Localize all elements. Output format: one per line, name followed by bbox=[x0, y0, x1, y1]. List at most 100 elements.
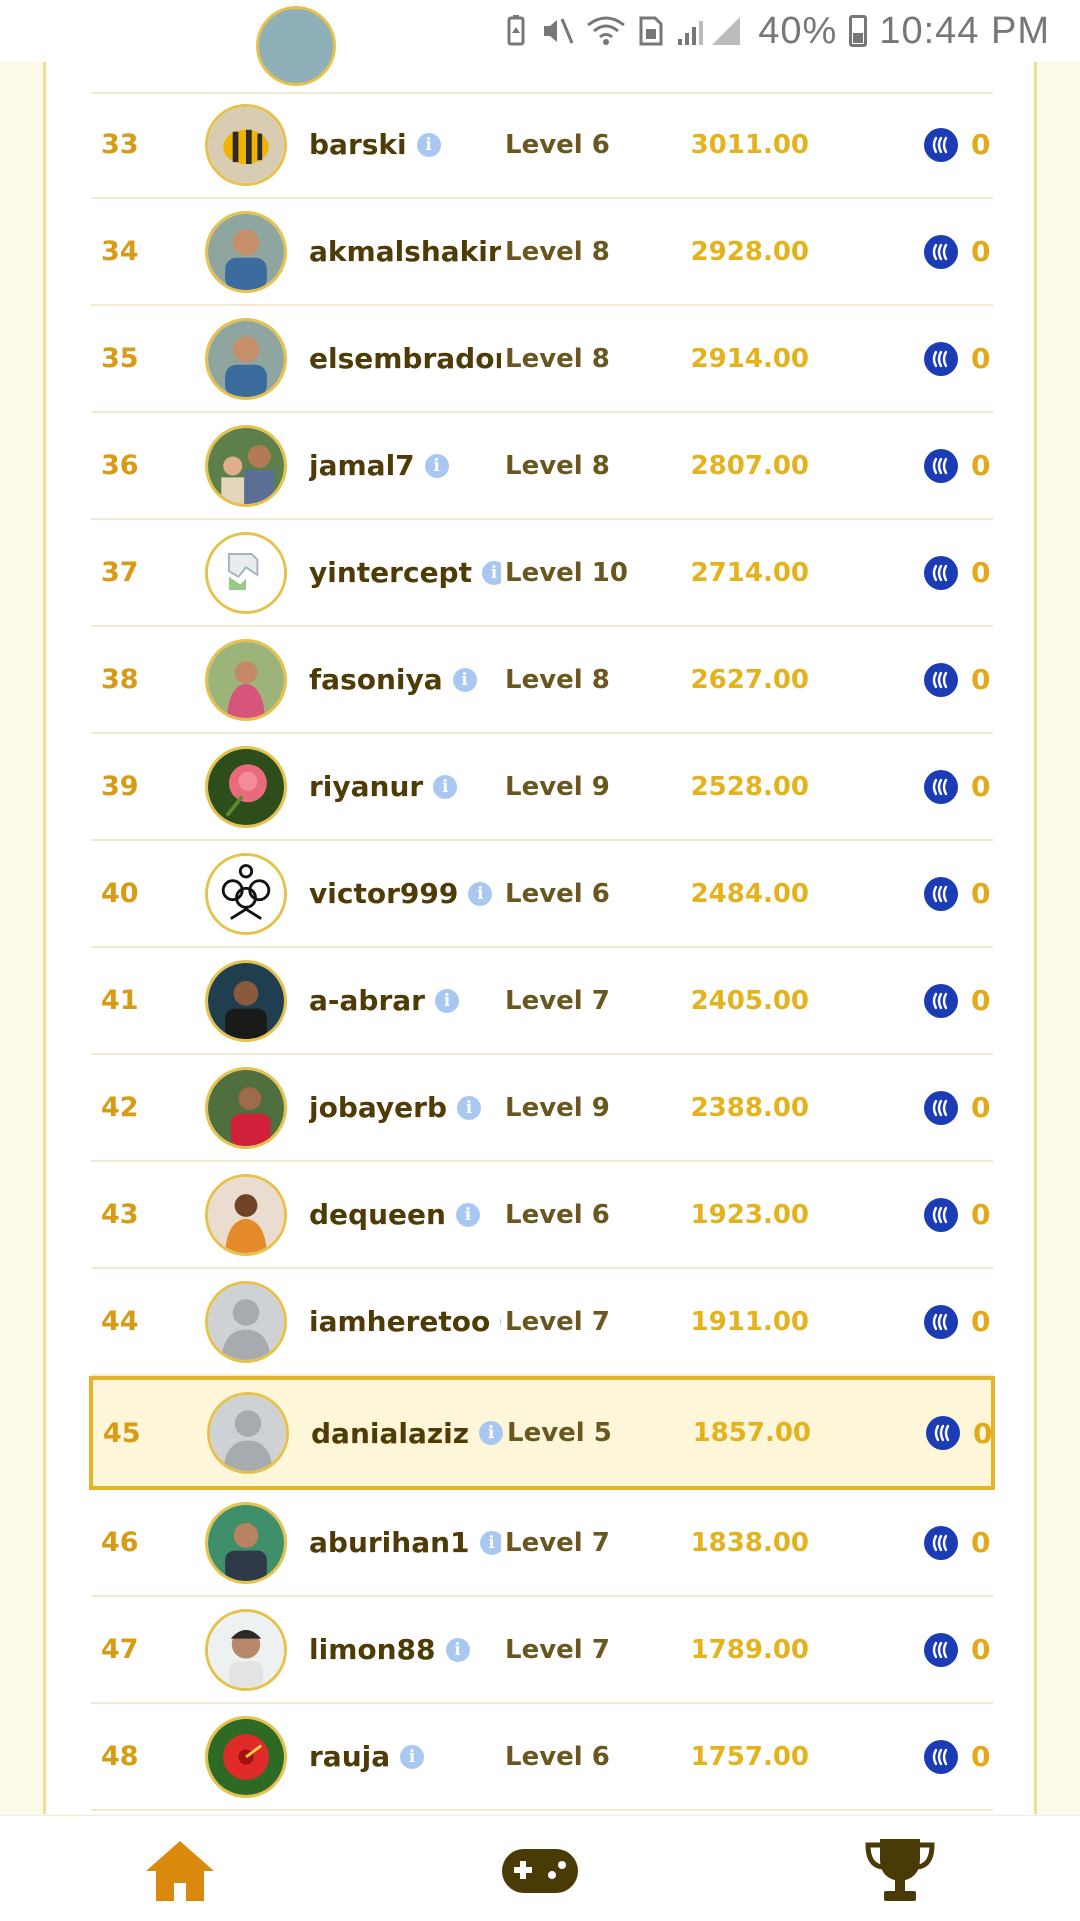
table-row[interactable]: 38 fasoniya i Level 8 2627.00 0 bbox=[91, 627, 993, 734]
username-label[interactable]: a-abrar bbox=[309, 984, 425, 1017]
username-label[interactable]: barski bbox=[309, 128, 407, 161]
username[interactable]: danialaziz i bbox=[311, 1417, 503, 1450]
table-row[interactable]: 46 aburihan1 i Level 7 1838.00 0 bbox=[91, 1490, 993, 1597]
current-user-row[interactable]: 45 danialaziz i Level 5 1857.00 0 bbox=[89, 1376, 995, 1490]
username[interactable]: yintercept i bbox=[309, 556, 501, 589]
username[interactable]: jamal7 i bbox=[309, 449, 501, 482]
avatar[interactable] bbox=[205, 531, 287, 614]
info-icon[interactable]: i bbox=[433, 774, 458, 799]
table-row[interactable]: 41 a-abrar i Level 7 2405.00 0 bbox=[91, 948, 993, 1055]
username-label[interactable]: jamal7 bbox=[309, 449, 415, 482]
nav-games[interactable] bbox=[495, 1834, 585, 1908]
username-label[interactable]: aburihan1 bbox=[309, 1526, 470, 1559]
avatar[interactable] bbox=[205, 1715, 287, 1798]
reward: 0 bbox=[971, 342, 991, 375]
avatar[interactable] bbox=[205, 638, 287, 721]
avatar[interactable] bbox=[205, 745, 287, 828]
signal-icon bbox=[676, 15, 746, 47]
avatar[interactable] bbox=[205, 103, 287, 186]
username[interactable]: aburihan1 i bbox=[309, 1526, 501, 1559]
username[interactable]: fasoniya i bbox=[309, 663, 501, 696]
table-row[interactable]: 43 dequeen i Level 6 1923.00 0 bbox=[91, 1162, 993, 1269]
table-row[interactable]: 39 riyanur i Level 9 2528.00 0 bbox=[91, 734, 993, 841]
table-row[interactable]: 47 limon88 i Level 7 1789.00 0 bbox=[91, 1597, 993, 1704]
gamepad-icon bbox=[502, 1849, 578, 1893]
reward: 0 bbox=[971, 1305, 991, 1338]
username[interactable]: jobayerb i bbox=[309, 1091, 501, 1124]
nav-home[interactable] bbox=[135, 1834, 225, 1908]
reward: 0 bbox=[971, 663, 991, 696]
table-row[interactable]: 34 akmalshakiriLevel 8 2928.00 0 bbox=[91, 199, 993, 306]
info-icon[interactable]: i bbox=[468, 881, 493, 906]
username-label[interactable]: yintercept bbox=[309, 556, 472, 589]
nav-leaderboard[interactable] bbox=[855, 1834, 945, 1908]
table-row[interactable]: 36 jamal7 i Level 8 2807.00 0 bbox=[91, 413, 993, 520]
table-row[interactable]: 48 rauja i Level 6 1757.00 0 bbox=[91, 1704, 993, 1811]
rank: 48 bbox=[101, 1741, 139, 1772]
username[interactable]: iamheretoo i bbox=[309, 1305, 501, 1338]
table-row[interactable]: 42 jobayerb i Level 9 2388.00 0 bbox=[91, 1055, 993, 1162]
username-label[interactable]: fasoniya bbox=[309, 663, 443, 696]
username-label[interactable]: victor999 bbox=[309, 877, 458, 910]
steem-icon bbox=[924, 662, 958, 697]
info-icon[interactable]: i bbox=[479, 1530, 501, 1555]
username-label[interactable]: iamheretoo bbox=[309, 1305, 490, 1338]
level: Level 8 bbox=[505, 236, 610, 267]
username-label[interactable]: limon88 bbox=[309, 1633, 436, 1666]
avatar[interactable] bbox=[205, 1173, 287, 1256]
info-icon[interactable]: i bbox=[434, 988, 459, 1013]
avatar[interactable] bbox=[205, 959, 287, 1042]
table-row[interactable]: 33 barski i Level 6 3011.00 0 bbox=[91, 92, 993, 199]
avatar[interactable] bbox=[205, 1501, 287, 1584]
username-label[interactable]: jobayerb bbox=[309, 1091, 447, 1124]
username[interactable]: limon88 i bbox=[309, 1633, 501, 1666]
reward: 0 bbox=[971, 877, 991, 910]
avatar[interactable] bbox=[205, 424, 287, 507]
username[interactable]: riyanur i bbox=[309, 770, 501, 803]
avatar[interactable] bbox=[207, 1392, 289, 1474]
table-row[interactable]: 44 iamheretoo iLevel 7 1911.00 0 bbox=[91, 1269, 993, 1376]
username[interactable]: victor999 i bbox=[309, 877, 501, 910]
username-label[interactable]: dequeen bbox=[309, 1198, 446, 1231]
username[interactable]: dequeen i bbox=[309, 1198, 501, 1231]
info-icon[interactable]: i bbox=[452, 667, 477, 692]
table-row[interactable]: 35 elsembradoriLevel 8 2914.00 0 bbox=[91, 306, 993, 413]
username-label[interactable]: danialaziz bbox=[311, 1417, 469, 1450]
rank: 46 bbox=[101, 1527, 139, 1558]
partial-row bbox=[91, 6, 993, 94]
info-icon[interactable]: i bbox=[416, 132, 441, 157]
username[interactable]: a-abrar i bbox=[309, 984, 501, 1017]
info-icon[interactable]: i bbox=[400, 1744, 425, 1769]
info-icon[interactable]: i bbox=[457, 1095, 482, 1120]
level: Level 8 bbox=[505, 664, 610, 695]
level: Level 6 bbox=[505, 1199, 610, 1230]
avatar[interactable] bbox=[205, 317, 287, 400]
info-icon[interactable]: i bbox=[481, 560, 501, 585]
username-label[interactable]: riyanur bbox=[309, 770, 423, 803]
username[interactable]: barski i bbox=[309, 128, 501, 161]
avatar[interactable] bbox=[205, 1608, 287, 1691]
table-row[interactable]: 40 victor999 i Level 6 2484.00 0 bbox=[91, 841, 993, 948]
level: Level 9 bbox=[505, 771, 610, 802]
info-icon[interactable]: i bbox=[445, 1637, 470, 1662]
level: Level 10 bbox=[505, 557, 628, 588]
username[interactable]: elsembradori bbox=[309, 342, 501, 375]
info-icon[interactable]: i bbox=[500, 1309, 501, 1334]
reward: 0 bbox=[971, 1091, 991, 1124]
username[interactable]: rauja i bbox=[309, 1740, 501, 1773]
username-label[interactable]: akmalshakir bbox=[309, 235, 501, 268]
avatar[interactable] bbox=[205, 852, 287, 935]
username-label[interactable]: rauja bbox=[309, 1740, 390, 1773]
info-icon[interactable]: i bbox=[455, 1202, 480, 1227]
info-icon[interactable]: i bbox=[479, 1421, 503, 1445]
reward: 0 bbox=[971, 984, 991, 1017]
table-row[interactable]: 37 yintercept i Level 10 2714.00 0 bbox=[91, 520, 993, 627]
info-icon[interactable]: i bbox=[424, 453, 449, 478]
username-label[interactable]: elsembrador bbox=[309, 342, 501, 375]
steem-icon bbox=[924, 127, 958, 162]
avatar[interactable] bbox=[205, 1066, 287, 1149]
username[interactable]: akmalshakiri bbox=[309, 235, 501, 268]
avatar[interactable] bbox=[205, 1280, 287, 1363]
reward: 0 bbox=[971, 128, 991, 161]
avatar[interactable] bbox=[205, 210, 287, 293]
